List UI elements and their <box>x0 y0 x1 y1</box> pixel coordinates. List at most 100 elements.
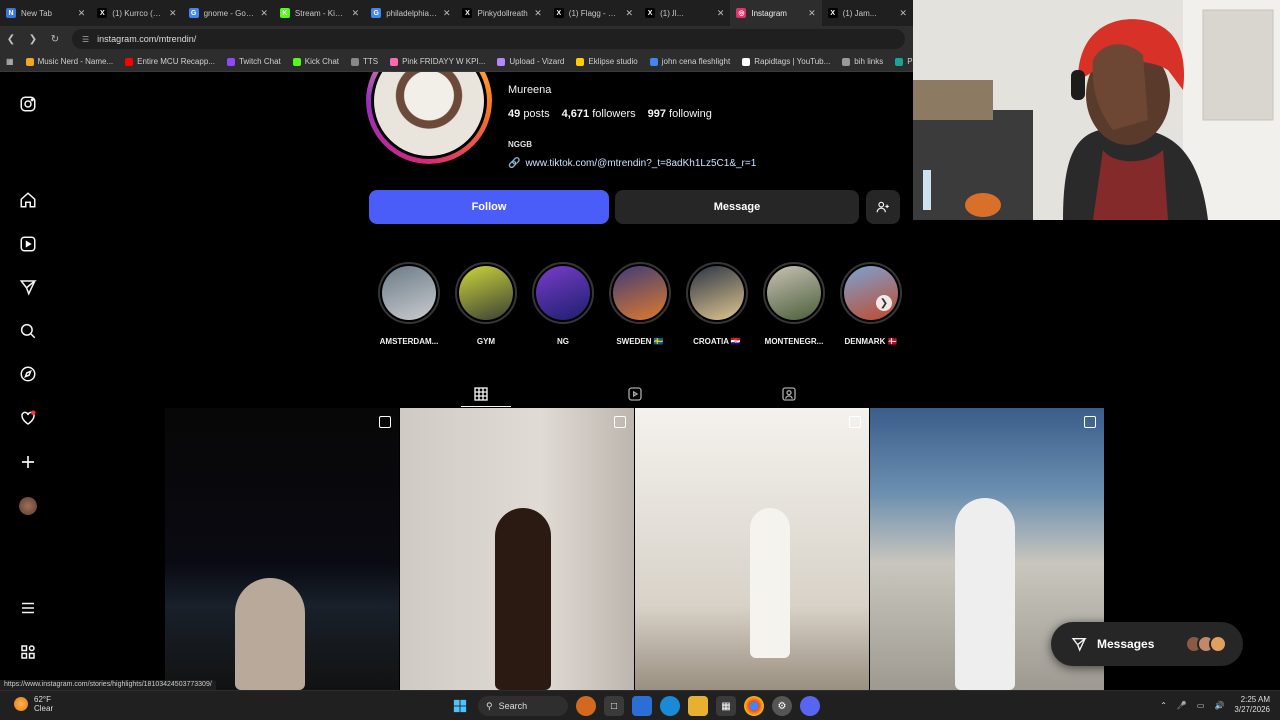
apps-grid-icon[interactable]: ▦ <box>6 57 14 66</box>
tab-close-icon[interactable]: ✕ <box>626 8 634 19</box>
also-from-meta-icon[interactable] <box>18 642 38 662</box>
tab-close-icon[interactable]: ✕ <box>169 8 177 19</box>
browser-tab[interactable]: Ggnome - Goog... ✕ <box>183 0 274 26</box>
tab-label: New Tab <box>21 8 52 18</box>
browser-tab[interactable]: N New Tab ✕ <box>0 0 91 26</box>
followers-stat[interactable]: 4,671 followers <box>562 108 636 120</box>
bookmark-item[interactable]: TTS <box>350 57 378 66</box>
bookmark-item[interactable]: Kick Chat <box>292 57 339 66</box>
browser-tab[interactable]: X (1) Flagg - Sea... ✕ <box>548 0 639 26</box>
tab-close-icon[interactable]: ✕ <box>78 8 86 19</box>
reload-icon[interactable]: ↻ <box>44 34 66 45</box>
reels-icon[interactable] <box>18 234 38 254</box>
message-button[interactable]: Message <box>615 190 859 224</box>
task-view-icon[interactable]: □ <box>604 696 624 716</box>
windows-start-icon[interactable] <box>450 696 470 716</box>
system-clock[interactable]: 2:25 AM 3/27/2026 <box>1234 695 1270 715</box>
story-highlight[interactable]: SWEDEN 🇸🇪 <box>609 262 671 346</box>
bookmark-item[interactable]: john cena fleshlight <box>649 57 730 66</box>
carousel-indicator-icon <box>614 416 626 428</box>
edge-browser-icon[interactable] <box>660 696 680 716</box>
chrome-icon[interactable] <box>744 696 764 716</box>
site-info-icon[interactable]: ☰ <box>82 35 89 44</box>
bookmark-label: Eklipse studio <box>588 57 638 66</box>
highlights-next-arrow-icon[interactable]: ❯ <box>876 295 892 311</box>
home-icon[interactable] <box>18 190 38 210</box>
profile-external-link[interactable]: 🔗 www.tiktok.com/@mtrendin?_t=8adKh1Lz5C… <box>508 158 756 169</box>
bookmark-item[interactable]: Rapidtags | YouTub... <box>742 57 830 66</box>
browser-tab[interactable]: X (1) Jam... ✕ <box>822 0 913 26</box>
post-thumbnail[interactable] <box>400 408 634 690</box>
tab-reels-icon[interactable] <box>625 384 645 404</box>
browser-tab[interactable]: Gphiladelphia b... ✕ <box>365 0 456 26</box>
bookmark-item[interactable]: Music Nerd - Name... <box>25 57 113 66</box>
address-bar[interactable]: ☰ instagram.com/mtrendin/ <box>72 29 905 49</box>
profile-avatar[interactable] <box>366 72 492 164</box>
tab-close-icon[interactable]: ✕ <box>260 8 268 19</box>
volume-icon[interactable]: 🔊 <box>1214 701 1224 710</box>
more-menu-icon[interactable] <box>18 598 38 618</box>
instagram-logo-icon[interactable] <box>18 94 38 114</box>
browser-tab[interactable]: X (1) ﻿ﺍﻟ... ✕ <box>639 0 730 26</box>
profile-link-text[interactable]: www.tiktok.com/@mtrendin?_t=8adKh1Lz5C1&… <box>525 158 756 169</box>
browser-tab[interactable]: ◎ Instagram ✕ <box>730 0 822 26</box>
follow-button[interactable]: Follow <box>369 190 609 224</box>
microphone-icon[interactable]: 🎤 <box>1177 701 1187 710</box>
profile-avatar-icon[interactable] <box>18 496 38 516</box>
bookmark-item[interactable]: Pink FRIDAYY W KPI... <box>390 57 485 66</box>
tab-favicon-icon: G <box>371 8 382 18</box>
tray-overflow-chevron-icon[interactable]: ⌃ <box>1160 701 1167 710</box>
tab-posts-grid-icon[interactable] <box>471 384 491 404</box>
taskbar-search[interactable]: ⚲ Search <box>478 696 568 716</box>
notifications-heart-icon[interactable] <box>18 408 38 428</box>
forward-arrow-icon[interactable]: ❯ <box>22 34 44 45</box>
bookmark-item[interactable]: Eklipse studio <box>576 57 638 66</box>
story-highlight[interactable]: DENMARK 🇩🇰 <box>840 262 902 346</box>
highlight-image <box>382 266 436 320</box>
discord-icon[interactable] <box>800 696 820 716</box>
bookmark-favicon-icon <box>497 57 506 66</box>
post-thumbnail[interactable] <box>635 408 869 690</box>
browser-tab[interactable]: K Stream - Kick D... ✕ <box>274 0 365 26</box>
tab-close-icon[interactable]: ✕ <box>443 8 451 19</box>
following-stat[interactable]: 997 following <box>648 108 712 120</box>
back-arrow-icon[interactable]: ❮ <box>0 34 22 45</box>
file-explorer-icon[interactable] <box>688 696 708 716</box>
direct-messages-icon[interactable] <box>18 277 38 297</box>
messages-drawer-button[interactable]: Messages <box>1051 622 1243 666</box>
tab-close-icon[interactable]: ✕ <box>899 8 907 19</box>
display-icon[interactable]: ▭ <box>1197 701 1205 710</box>
weather-widget[interactable]: 62°F Clear <box>14 695 53 713</box>
search-icon[interactable] <box>18 321 38 341</box>
tab-close-icon[interactable]: ✕ <box>534 8 542 19</box>
story-highlight[interactable]: CROATIA 🇭🇷 <box>686 262 748 346</box>
search-icon: ⚲ <box>486 700 493 711</box>
suggested-accounts-button[interactable] <box>866 190 900 224</box>
bookmark-item[interactable]: Entire MCU Recapp... <box>125 57 215 66</box>
post-thumbnail[interactable] <box>165 408 399 690</box>
copilot-icon[interactable] <box>632 696 652 716</box>
story-highlight[interactable]: AMSTERDAM... <box>378 262 440 346</box>
store-icon[interactable]: ▦ <box>716 696 736 716</box>
story-highlight[interactable]: GYM <box>455 262 517 346</box>
story-highlight[interactable]: MONTENEGR... <box>763 262 825 346</box>
profile-content-tabs <box>165 376 1105 408</box>
browser-tab[interactable]: X Pinkydollreath ✕ <box>456 0 547 26</box>
bookmark-item[interactable]: Twitch Chat <box>226 57 281 66</box>
bookmark-item[interactable]: Upload - Vizard <box>497 57 564 66</box>
tab-tagged-icon[interactable] <box>779 384 799 404</box>
browser-tab[interactable]: X (1) Kurrco (@K... ✕ <box>91 0 182 26</box>
story-highlight[interactable]: NG <box>532 262 594 346</box>
tab-close-icon[interactable]: ✕ <box>717 8 725 19</box>
post-person-figure <box>235 578 305 690</box>
settings-gear-icon[interactable]: ⚙ <box>772 696 792 716</box>
tab-close-icon[interactable]: ✕ <box>808 8 816 19</box>
tab-label: Instagram <box>751 8 787 18</box>
news-widget-icon[interactable] <box>576 696 596 716</box>
explore-compass-icon[interactable] <box>18 364 38 384</box>
bookmark-item[interactable]: bih links <box>842 57 883 66</box>
tab-favicon-icon: X <box>462 8 473 18</box>
bookmark-item[interactable]: Photopea <box>895 57 913 66</box>
tab-close-icon[interactable]: ✕ <box>352 8 360 19</box>
create-plus-icon[interactable] <box>18 452 38 472</box>
